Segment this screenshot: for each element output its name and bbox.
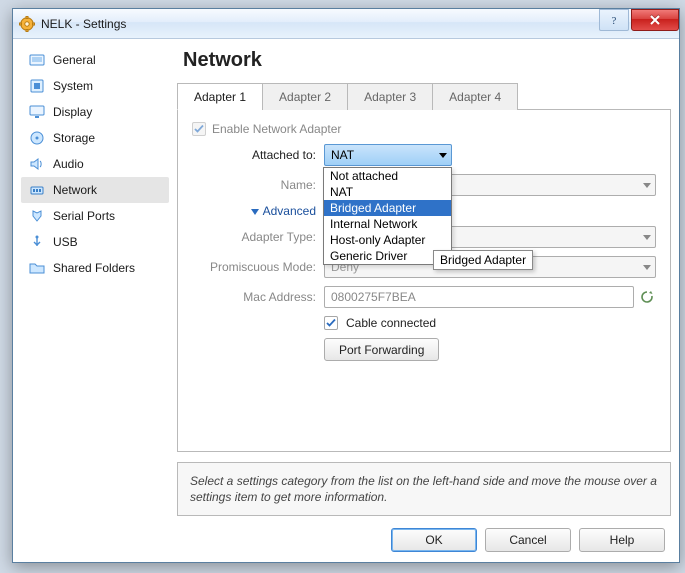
storage-icon <box>29 130 45 146</box>
sidebar-item-serial-ports[interactable]: Serial Ports <box>21 203 169 229</box>
folder-icon <box>29 260 45 276</box>
attached-to-combo[interactable]: NAT <box>324 144 452 166</box>
ok-button[interactable]: OK <box>391 528 477 552</box>
sidebar-item-usb[interactable]: USB <box>21 229 169 255</box>
serial-icon <box>29 208 45 224</box>
dropdown-option[interactable]: Host-only Adapter <box>324 232 451 248</box>
refresh-mac-button[interactable] <box>638 288 656 306</box>
title-bar[interactable]: NELK - Settings ? <box>13 9 679 39</box>
sidebar-item-display[interactable]: Display <box>21 99 169 125</box>
sidebar-item-shared-folders[interactable]: Shared Folders <box>21 255 169 281</box>
attached-to-value: NAT <box>331 148 354 162</box>
sidebar-item-label: Audio <box>53 157 84 171</box>
dialog-buttons: OK Cancel Help <box>21 524 671 554</box>
name-label: Name: <box>192 178 324 192</box>
tab-adapter-4[interactable]: Adapter 4 <box>432 83 518 110</box>
settings-main: Network Adapter 1 Adapter 2 Adapter 3 Ad… <box>177 47 671 516</box>
dropdown-option[interactable]: NAT <box>324 184 451 200</box>
sidebar-item-general[interactable]: General <box>21 47 169 73</box>
sidebar-item-label: Display <box>53 105 92 119</box>
attached-to-label: Attached to: <box>192 148 324 162</box>
chevron-down-icon <box>439 153 447 158</box>
enable-adapter-label: Enable Network Adapter <box>212 122 341 136</box>
display-icon <box>29 104 45 120</box>
disclosure-triangle-icon <box>251 209 259 215</box>
sidebar-item-network[interactable]: Network <box>21 177 169 203</box>
dropdown-option-selected[interactable]: Bridged Adapter <box>324 200 451 216</box>
chevron-down-icon <box>643 235 651 240</box>
promiscuous-mode-label: Promiscuous Mode: <box>192 260 324 274</box>
hint-box: Select a settings category from the list… <box>177 462 671 516</box>
tooltip: Bridged Adapter <box>433 250 533 270</box>
dropdown-option[interactable]: Not attached <box>324 168 451 184</box>
help-button[interactable]: Help <box>579 528 665 552</box>
usb-icon <box>29 234 45 250</box>
adapter-type-label: Adapter Type: <box>192 230 324 244</box>
adapter-tabs: Adapter 1 Adapter 2 Adapter 3 Adapter 4 <box>177 82 671 110</box>
adapter-panel: Enable Network Adapter Attached to: NAT … <box>177 110 671 452</box>
advanced-toggle[interactable]: Advanced <box>192 204 324 218</box>
port-forwarding-button[interactable]: Port Forwarding <box>324 338 439 361</box>
cable-connected-label: Cable connected <box>346 316 436 330</box>
general-icon <box>29 52 45 68</box>
settings-dialog: NELK - Settings ? General System <box>12 8 680 563</box>
audio-icon <box>29 156 45 172</box>
window-title: NELK - Settings <box>41 17 126 31</box>
tab-adapter-2[interactable]: Adapter 2 <box>262 83 348 110</box>
page-title: Network <box>183 49 671 72</box>
sidebar-item-audio[interactable]: Audio <box>21 151 169 177</box>
sidebar-item-system[interactable]: System <box>21 73 169 99</box>
app-icon <box>19 16 35 32</box>
sidebar-item-label: USB <box>53 235 78 249</box>
close-button[interactable] <box>631 9 679 31</box>
dropdown-option[interactable]: Internal Network <box>324 216 451 232</box>
system-icon <box>29 78 45 94</box>
svg-text:?: ? <box>612 15 617 26</box>
sidebar-item-storage[interactable]: Storage <box>21 125 169 151</box>
sidebar-item-label: General <box>53 53 96 67</box>
enable-adapter-checkbox[interactable] <box>192 122 206 136</box>
sidebar-item-label: System <box>53 79 93 93</box>
mac-address-field[interactable]: 0800275F7BEA <box>324 286 634 308</box>
tab-adapter-1[interactable]: Adapter 1 <box>177 83 263 110</box>
sidebar-item-label: Serial Ports <box>53 209 115 223</box>
network-icon <box>29 182 45 198</box>
sidebar-item-label: Shared Folders <box>53 261 135 275</box>
cancel-button[interactable]: Cancel <box>485 528 571 552</box>
chevron-down-icon <box>643 183 651 188</box>
sidebar-item-label: Storage <box>53 131 95 145</box>
mac-address-label: Mac Address: <box>192 290 324 304</box>
cable-connected-checkbox[interactable] <box>324 316 338 330</box>
chevron-down-icon <box>643 265 651 270</box>
help-button[interactable]: ? <box>599 9 629 31</box>
dropdown-option[interactable]: Generic Driver <box>324 248 451 264</box>
tab-adapter-3[interactable]: Adapter 3 <box>347 83 433 110</box>
mac-address-value: 0800275F7BEA <box>331 290 416 304</box>
sidebar-item-label: Network <box>53 183 97 197</box>
settings-sidebar: General System Display Storage Audio <box>21 47 169 516</box>
